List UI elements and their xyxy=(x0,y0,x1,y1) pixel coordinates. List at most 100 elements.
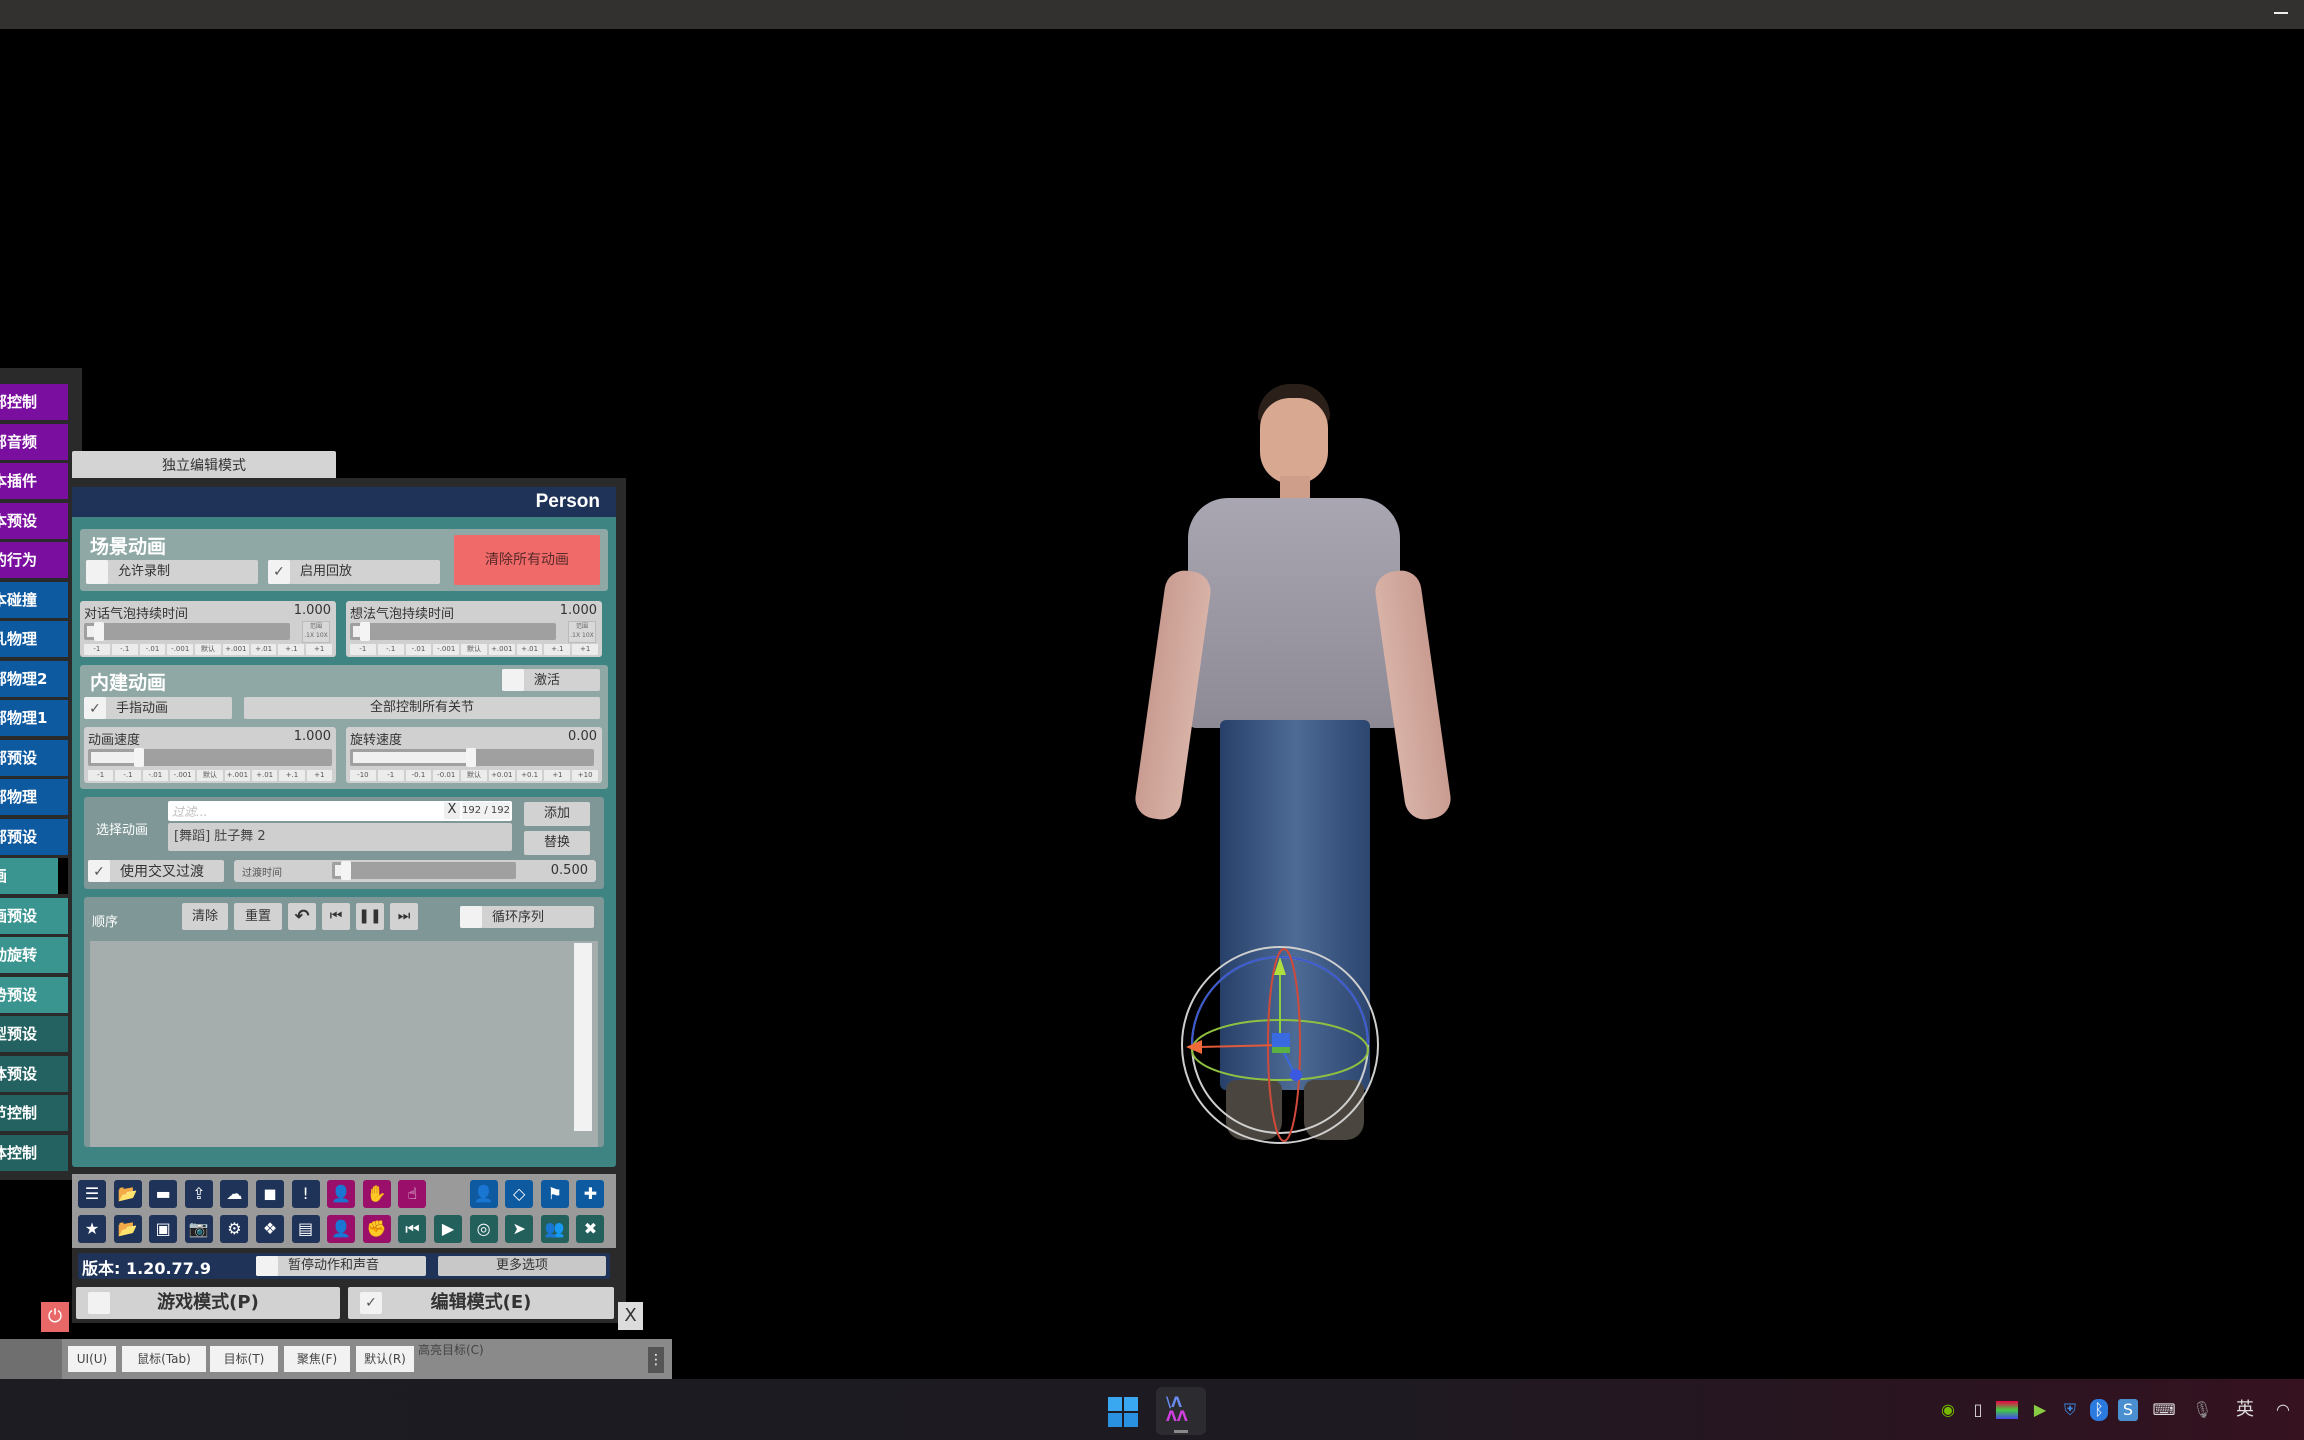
undo-icon[interactable]: ↶ xyxy=(288,903,316,930)
range-10x[interactable]: 10X xyxy=(316,632,328,639)
close-ui-button[interactable]: X xyxy=(618,1302,643,1330)
step-button[interactable]: +10 xyxy=(572,770,599,781)
add-button[interactable]: 添加 xyxy=(524,802,590,826)
open-scene-icon[interactable]: 📂 xyxy=(113,1180,142,1208)
sidebar-item[interactable]: 部预设 xyxy=(0,739,68,776)
sidebar-item[interactable]: 画 xyxy=(0,858,58,894)
clear-filter-button[interactable]: X xyxy=(444,802,460,819)
more-icon[interactable]: ⋮ xyxy=(648,1347,664,1373)
step-button[interactable]: 默认 xyxy=(195,644,221,655)
step-button[interactable]: 默认 xyxy=(461,644,487,655)
range-toggle[interactable]: 范围 .1X 10X xyxy=(568,621,596,643)
cloud-download-icon[interactable]: ☁ xyxy=(220,1180,249,1208)
vam-app-icon[interactable]: \Λ ΛΛ xyxy=(1156,1387,1206,1435)
sequence-list[interactable] xyxy=(90,941,598,1147)
remove-person-icon[interactable]: 👤 xyxy=(327,1215,356,1243)
grab-icon[interactable]: ✊ xyxy=(362,1215,391,1243)
slider-handle[interactable] xyxy=(134,748,145,767)
step-button[interactable]: 默认 xyxy=(197,770,223,781)
hotkey-ui[interactable]: UI(U) xyxy=(68,1346,116,1372)
step-button[interactable]: +0.1 xyxy=(516,770,543,781)
folder-icon[interactable]: ▬ xyxy=(149,1180,178,1208)
highlight-target-label[interactable]: 高亮目标(C) xyxy=(418,1341,484,1358)
sidebar-item[interactable]: 部预设 xyxy=(0,818,68,855)
skip-forward-icon[interactable]: ⏭ xyxy=(390,903,418,930)
flag-icon[interactable]: ⚑ xyxy=(540,1180,569,1208)
sidebar-item[interactable]: 本插件 xyxy=(0,463,68,499)
step-button[interactable]: -0.01 xyxy=(433,770,460,781)
pause-icon[interactable]: ❚❚ xyxy=(356,903,384,930)
nvidia-icon[interactable]: ◉ xyxy=(1938,1399,1958,1421)
crossfade-checkbox[interactable]: ✓ 使用交叉过渡 xyxy=(88,860,224,882)
more-options-button[interactable]: 更多选项 xyxy=(438,1256,606,1276)
reset-sequence-button[interactable]: 重置 xyxy=(234,903,282,930)
star-icon[interactable]: ★ xyxy=(78,1215,106,1243)
sidebar-item[interactable]: 部物理1 xyxy=(0,700,68,736)
step-button[interactable]: -.1 xyxy=(115,770,141,781)
slider-handle[interactable] xyxy=(340,861,351,880)
sidebar-item[interactable]: 本预设 xyxy=(0,502,68,539)
hand-icon[interactable]: ✋ xyxy=(362,1180,391,1208)
wifi-icon[interactable]: ◠ xyxy=(2272,1399,2294,1421)
control-all-joints-button[interactable]: 全部控制所有关节 xyxy=(244,697,600,719)
sidebar-item[interactable]: 势预设 xyxy=(0,976,68,1013)
pointer-icon[interactable]: ➤ xyxy=(505,1215,534,1243)
sidebar-item[interactable]: 的行为 xyxy=(0,542,68,578)
sidebar-item[interactable]: 本碰撞 xyxy=(0,581,68,618)
enable-playback-checkbox[interactable]: ✓ 启用回放 xyxy=(268,560,440,584)
replace-button[interactable]: 替换 xyxy=(524,831,590,855)
step-button[interactable]: +.01 xyxy=(250,644,277,655)
open-box-icon[interactable]: ❖ xyxy=(256,1215,284,1243)
range-10x[interactable]: 10X xyxy=(582,632,594,639)
edit-mode-toggle[interactable]: ✓ 编辑模式(E) xyxy=(348,1287,614,1319)
media-icon[interactable]: ▶ xyxy=(2030,1399,2050,1421)
range-01x[interactable]: .1X xyxy=(570,632,580,639)
folder-settings-icon[interactable]: ▣ xyxy=(149,1215,178,1243)
step-button[interactable]: -1 xyxy=(377,770,404,781)
step-button[interactable]: -1 xyxy=(88,770,114,781)
step-button[interactable]: +.1 xyxy=(279,770,305,781)
defender-icon[interactable]: ⛨ xyxy=(2060,1399,2080,1421)
microphone-icon[interactable]: 🎙 xyxy=(2192,1399,2212,1421)
usb-icon[interactable]: ▯ xyxy=(1968,1399,1988,1421)
step-button[interactable]: +1 xyxy=(306,644,333,655)
step-button[interactable]: -.001 xyxy=(433,644,460,655)
step-button[interactable]: -.1 xyxy=(377,644,404,655)
step-button[interactable]: +.01 xyxy=(251,770,278,781)
step-button[interactable]: +1 xyxy=(544,770,571,781)
ime-indicator[interactable]: 英 xyxy=(2234,1399,2256,1421)
step-button[interactable]: -1 xyxy=(84,644,110,655)
step-button[interactable]: +.01 xyxy=(516,644,543,655)
play-icon[interactable]: ▶ xyxy=(434,1215,462,1243)
range-toggle[interactable]: 范围 .1X 10X xyxy=(302,621,330,643)
allow-record-checkbox[interactable]: 允许录制 xyxy=(86,560,258,584)
skip-back-icon[interactable]: ⏮ xyxy=(322,903,350,930)
nodes-icon[interactable]: ⚙ xyxy=(220,1215,249,1243)
transform-gizmo[interactable] xyxy=(1170,935,1390,1155)
sidebar-item[interactable]: 型预设 xyxy=(0,1016,68,1052)
animation-dropdown[interactable]: [舞蹈] 肚子舞 2 xyxy=(168,823,512,851)
slider-track[interactable] xyxy=(350,748,594,767)
step-button[interactable]: -0.1 xyxy=(405,770,432,781)
step-button[interactable]: +1 xyxy=(572,644,599,655)
step-button[interactable]: -.01 xyxy=(139,644,166,655)
windows-start-icon[interactable] xyxy=(1108,1397,1138,1427)
touch-icon[interactable]: ☝ xyxy=(398,1180,427,1208)
sidebar-item[interactable]: 乳物理 xyxy=(0,621,68,657)
hotkey-default[interactable]: 默认(R) xyxy=(356,1346,414,1372)
step-button[interactable]: -.01 xyxy=(142,770,168,781)
sidebar-item[interactable]: 部物理2 xyxy=(0,660,68,697)
sidebar-item[interactable]: 部控制 xyxy=(0,384,68,420)
sidebar-item[interactable]: 部物理 xyxy=(0,779,68,815)
camera-icon[interactable]: 📷 xyxy=(184,1215,213,1243)
minimize-button[interactable] xyxy=(2274,12,2288,14)
hotkey-mouse[interactable]: 鼠标(Tab) xyxy=(122,1346,206,1372)
color-app-icon[interactable] xyxy=(1996,1401,2018,1419)
step-button[interactable]: -.01 xyxy=(405,644,432,655)
step-button[interactable]: +.1 xyxy=(544,644,571,655)
step-button[interactable]: +.001 xyxy=(488,644,515,655)
step-button[interactable]: +0.01 xyxy=(488,770,515,781)
target-icon[interactable]: ◎ xyxy=(469,1215,498,1243)
step-button[interactable]: 默认 xyxy=(461,770,487,781)
filter-input[interactable]: 过滤... X 192 / 192 xyxy=(168,801,512,821)
